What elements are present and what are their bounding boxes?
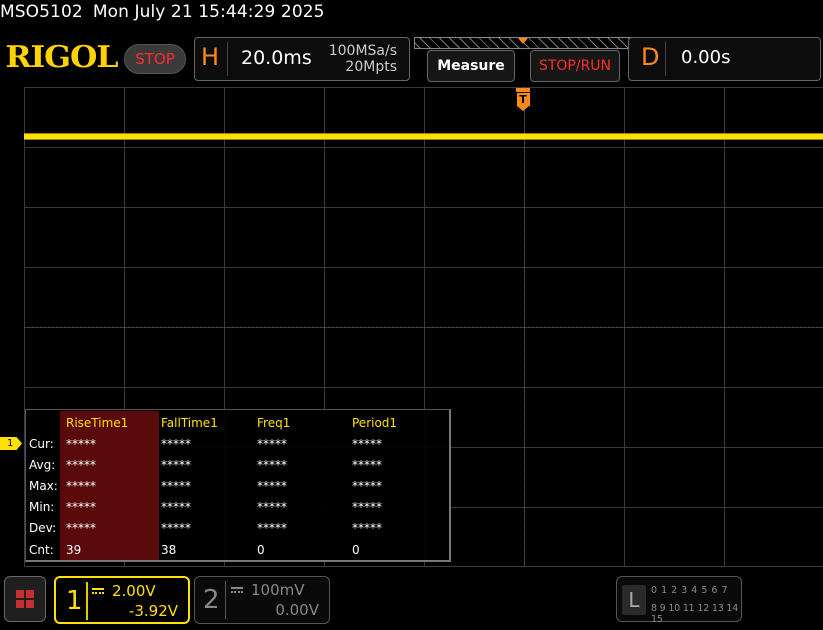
channel-1-offset: -3.92V xyxy=(128,602,178,620)
row-label: Dev: xyxy=(29,521,57,535)
bottom-toolbar: 1 2.00V -3.92V 2 100mV 0.00V L 0 1 2 3 4… xyxy=(0,572,823,630)
ch1-offset-marker[interactable]: 1 xyxy=(0,437,22,450)
row-label: Max: xyxy=(29,479,58,493)
row-label: Cur: xyxy=(29,437,54,451)
channel-1-number: 1 xyxy=(66,586,83,616)
table-cell: ***** xyxy=(66,521,96,535)
channel-1-panel[interactable]: 1 2.00V -3.92V xyxy=(54,576,190,624)
date-time: Mon July 21 15:44:29 2025 xyxy=(92,2,325,22)
table-row: Cur: ***** ***** ***** ***** xyxy=(26,435,446,455)
column-header: Period1 xyxy=(352,416,398,430)
divider xyxy=(225,581,226,619)
channel-2-number: 2 xyxy=(203,585,220,615)
column-header: RiseTime1 xyxy=(66,416,129,430)
table-row: Dev: ***** ***** ***** ***** xyxy=(26,519,446,539)
table-cell: 0 xyxy=(352,543,360,557)
channel-2-scale: 100mV xyxy=(251,581,305,599)
row-label: Cnt: xyxy=(29,543,54,557)
divider xyxy=(86,582,88,620)
table-cell: ***** xyxy=(257,458,287,472)
table-cell: ***** xyxy=(257,521,287,535)
table-row: Cnt: 39 38 0 0 xyxy=(26,541,446,561)
column-header: Freq1 xyxy=(257,416,291,430)
table-cell: ***** xyxy=(352,521,382,535)
dc-coupling-icon xyxy=(92,588,104,594)
trigger-position-icon xyxy=(518,38,528,44)
table-cell: ***** xyxy=(257,500,287,514)
table-cell: 38 xyxy=(161,543,177,557)
table-cell: ***** xyxy=(161,521,191,535)
trigger-marker-tip xyxy=(517,106,529,111)
table-cell: ***** xyxy=(66,437,96,451)
table-cell: ***** xyxy=(66,458,96,472)
run-state-badge[interactable]: STOP xyxy=(124,44,186,74)
row-label: Avg: xyxy=(29,458,56,472)
table-cell: ***** xyxy=(161,458,191,472)
table-cell: ***** xyxy=(352,437,382,451)
row-label: Min: xyxy=(29,500,55,514)
stop-run-button[interactable]: STOP/RUN xyxy=(530,50,620,82)
horizontal-label: H xyxy=(201,43,220,71)
menu-grid-icon xyxy=(16,590,34,608)
top-toolbar: RIGOL STOP H 20.0ms 100MSa/s 20Mpts Meas… xyxy=(0,30,823,86)
delay-value: 0.00s xyxy=(681,47,731,68)
trigger-marker-bar xyxy=(516,88,530,92)
channel-1-scale: 2.00V xyxy=(112,582,156,600)
dc-coupling-icon xyxy=(231,587,243,593)
rigol-logo: RIGOL xyxy=(5,40,118,75)
table-cell: ***** xyxy=(352,458,382,472)
memory-depth: 20Mpts xyxy=(345,59,397,75)
channel-2-offset: 0.00V xyxy=(275,601,319,619)
table-row: Min: ***** ***** ***** ***** xyxy=(26,498,446,518)
table-cell: ***** xyxy=(161,500,191,514)
channel-2-panel[interactable]: 2 100mV 0.00V xyxy=(194,576,330,624)
trigger-marker-label: T xyxy=(516,93,530,106)
table-cell: ***** xyxy=(66,479,96,493)
measure-button[interactable]: Measure xyxy=(427,50,515,82)
trigger-position-marker[interactable]: T xyxy=(516,88,530,112)
main-menu-button[interactable] xyxy=(4,576,46,622)
table-cell: ***** xyxy=(161,479,191,493)
logic-channels-high: 8 9 10 11 12 13 14 15 xyxy=(651,603,739,625)
logic-analyzer-panel[interactable]: L 0 1 2 3 4 5 6 7 8 9 10 11 12 13 14 15 xyxy=(616,576,742,625)
timebase-value: 20.0ms xyxy=(241,47,312,69)
divider xyxy=(227,42,228,76)
table-cell: ***** xyxy=(352,500,382,514)
window-title: MSO5102 Mon July 21 15:44:29 2025 xyxy=(0,2,335,28)
divider xyxy=(665,42,666,76)
delay-panel[interactable]: D 0.00s xyxy=(628,37,821,81)
table-cell: ***** xyxy=(257,437,287,451)
table-cell: 39 xyxy=(66,543,82,557)
sample-rate: 100MSa/s xyxy=(328,43,397,59)
logic-label: L xyxy=(622,585,646,615)
memory-waveform-bar xyxy=(414,37,634,49)
logic-channels-low: 0 1 2 3 4 5 6 7 xyxy=(651,585,728,596)
column-header: FallTime1 xyxy=(161,416,218,430)
horizontal-timebase-panel[interactable]: H 20.0ms 100MSa/s 20Mpts xyxy=(194,37,410,81)
ch1-trace xyxy=(24,133,823,140)
table-row: Avg: ***** ***** ***** ***** xyxy=(26,456,446,476)
measurement-table: RiseTime1 FallTime1 Freq1 Period1 Cur: *… xyxy=(25,409,451,562)
model-name: MSO5102 xyxy=(0,2,83,22)
table-cell: ***** xyxy=(352,479,382,493)
table-cell: ***** xyxy=(66,500,96,514)
table-header: RiseTime1 FallTime1 Freq1 Period1 xyxy=(26,414,446,434)
table-cell: 0 xyxy=(257,543,265,557)
delay-label: D xyxy=(641,43,660,71)
sample-info: 100MSa/s 20Mpts xyxy=(329,43,397,75)
table-cell: ***** xyxy=(161,437,191,451)
table-row: Max: ***** ***** ***** ***** xyxy=(26,477,446,497)
table-cell: ***** xyxy=(257,479,287,493)
